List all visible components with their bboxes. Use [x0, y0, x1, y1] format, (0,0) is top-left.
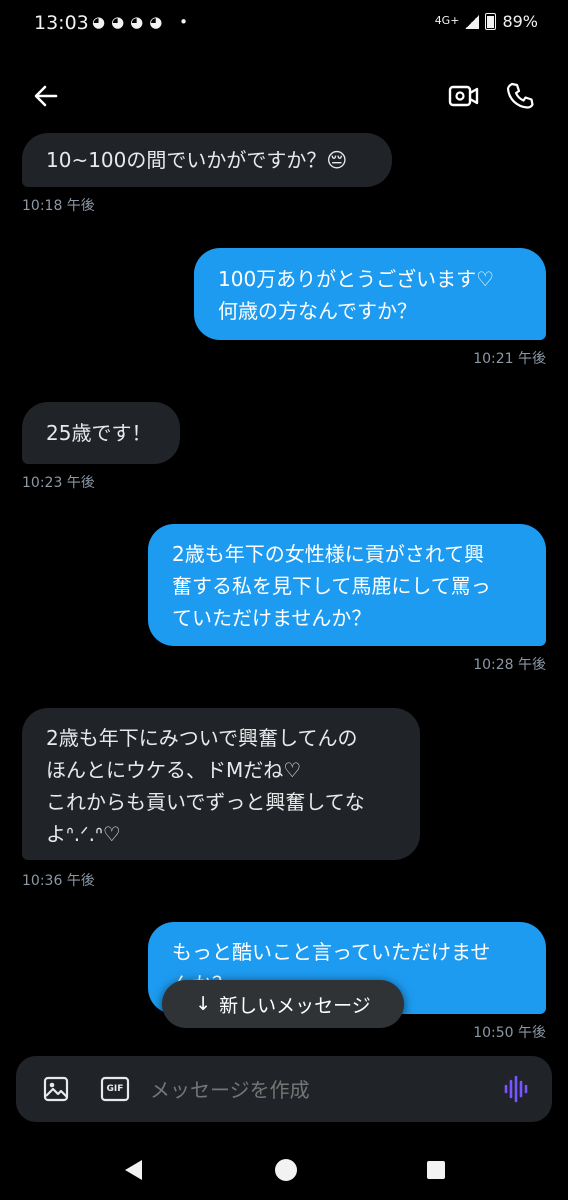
message-text-line: 100万ありがとうございます♡ — [218, 267, 495, 291]
message-composer: GIF — [16, 1056, 552, 1122]
message-bubble-incoming[interactable]: 2歳も年下にみついで興奮してんの ほんとにウケる、ドMだね♡ これからも貢いでず… — [22, 708, 420, 860]
message-text-line: これからも貢いでずっと興奮してな — [46, 790, 365, 814]
arrow-left-icon — [34, 85, 58, 107]
message-timestamp: 10:18 午後 — [22, 198, 95, 214]
message-timestamp: 10:50 午後 — [473, 1025, 546, 1041]
message-text-line: 2歳も年下の女性様に貢がされて興 — [172, 542, 485, 566]
message-text-line: もっと酷いこと言っていただけませ — [172, 940, 491, 964]
square-recents-icon — [427, 1161, 445, 1179]
phone-icon — [506, 82, 534, 109]
message-timestamp: 10:28 午後 — [473, 657, 546, 673]
status-bar: 13:03 ◕◕◕◕ • 4G+ 89% — [0, 0, 568, 46]
gif-button[interactable]: GIF — [100, 1075, 130, 1103]
status-time: 13:03 — [34, 12, 89, 34]
gif-label: GIF — [106, 1084, 124, 1094]
video-camera-icon — [448, 85, 479, 107]
add-photo-button[interactable] — [42, 1075, 70, 1103]
status-indicators: 4G+ 89% — [435, 12, 538, 31]
message-bubble-incoming[interactable]: 25歳です！ — [22, 402, 180, 464]
signal-icon — [465, 14, 480, 29]
message-text-line: ほんとにウケる、ドMだね♡ — [46, 758, 302, 782]
notification-icons: ◕◕◕◕ • — [92, 13, 194, 31]
conversation-header — [0, 70, 568, 122]
image-icon — [43, 1076, 69, 1102]
message-bubble-outgoing[interactable]: 2歳も年下の女性様に貢がされて興 奮する私を見下して馬鹿にして罵っ ていただけま… — [148, 524, 546, 646]
voice-call-button[interactable] — [500, 78, 540, 114]
message-text-line: ていただけませんか？ — [172, 606, 372, 630]
voice-waveform-icon — [504, 1075, 528, 1103]
voice-message-button[interactable] — [500, 1074, 532, 1104]
new-messages-label: 新しいメッセージ — [219, 994, 371, 1017]
message-timestamp: 10:36 午後 — [22, 873, 95, 889]
message-text-line: 奮する私を見下して馬鹿にして罵っ — [172, 574, 491, 598]
nav-home-button[interactable] — [272, 1156, 300, 1184]
system-navigation-bar — [0, 1140, 568, 1200]
battery-icon — [485, 13, 497, 30]
message-text-line: よᐢ.ᐟ.ᐢ♡ — [46, 822, 121, 846]
message-text-line: 2歳も年下にみついで興奮してんの — [46, 726, 358, 750]
message-text-line: 25歳です！ — [46, 421, 152, 445]
new-messages-button[interactable]: ↓ 新しいメッセージ — [162, 980, 404, 1028]
message-text-line: 何歳の方なんですか？ — [218, 299, 417, 323]
message-input[interactable] — [148, 1074, 492, 1106]
triangle-back-icon — [125, 1160, 142, 1180]
message-timestamp: 10:21 午後 — [473, 351, 546, 367]
message-text-line: 10~100の間でいかがですか？😔 — [46, 148, 348, 172]
message-bubble-incoming[interactable]: 10~100の間でいかがですか？😔 — [22, 133, 392, 187]
arrow-down-icon: ↓ — [195, 993, 212, 1015]
message-timestamp: 10:23 午後 — [22, 475, 95, 491]
back-button[interactable] — [28, 78, 64, 114]
video-call-button[interactable] — [444, 78, 484, 114]
message-bubble-outgoing[interactable]: 100万ありがとうございます♡ 何歳の方なんですか？ — [194, 248, 546, 340]
circle-home-icon — [275, 1159, 297, 1181]
nav-back-button[interactable] — [120, 1156, 148, 1184]
nav-recents-button[interactable] — [422, 1156, 450, 1184]
network-type: 4G+ — [434, 14, 460, 27]
battery-level: 89% — [502, 12, 538, 31]
